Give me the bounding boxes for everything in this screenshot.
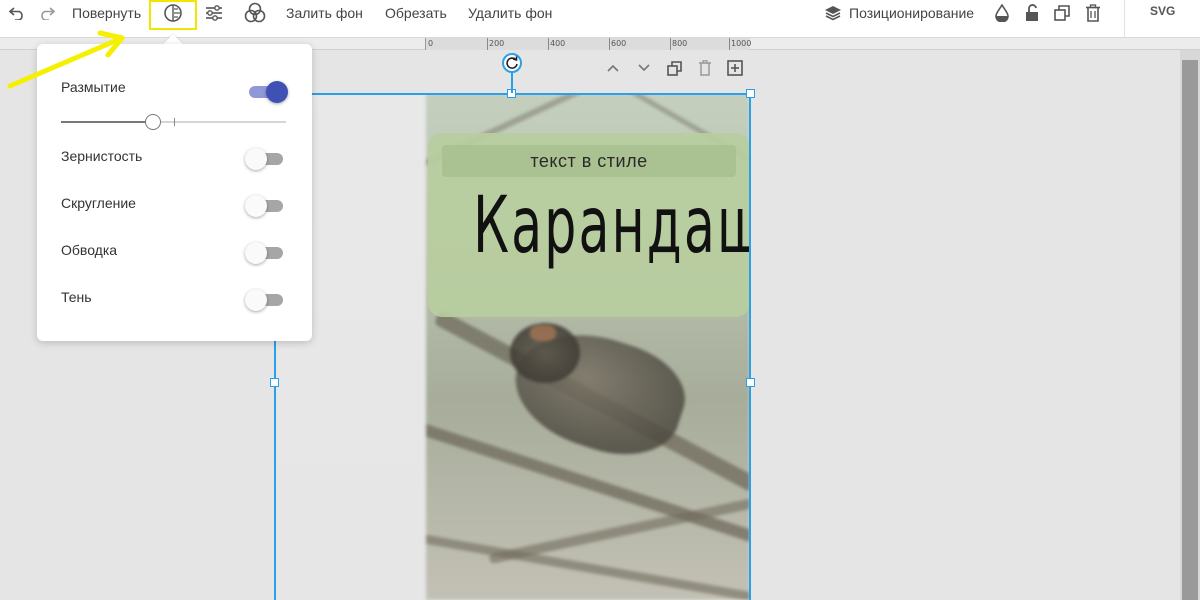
resize-handle-middle-left[interactable]	[270, 378, 279, 387]
scrollbar-thumb[interactable]	[1182, 60, 1198, 600]
ruler-label: 600	[611, 39, 627, 48]
rotate-button[interactable]: Повернуть	[72, 3, 141, 23]
blur-toggle[interactable]	[249, 81, 288, 103]
ruler-label: 1000	[731, 39, 752, 48]
sliders-icon[interactable]	[203, 0, 225, 26]
resize-handle-middle-right[interactable]	[746, 378, 755, 387]
toggle-knob	[245, 289, 267, 311]
resize-handle-top-right[interactable]	[746, 89, 755, 98]
slider-mark	[174, 118, 175, 126]
shadow-label: Тень	[61, 289, 92, 305]
ruler-tick	[548, 38, 549, 50]
crop-button[interactable]: Обрезать	[385, 3, 447, 23]
layers-icon[interactable]	[823, 0, 843, 26]
duplicate-object-icon[interactable]	[665, 58, 683, 78]
annotation-arrow-icon	[7, 30, 125, 89]
redo-icon[interactable]	[36, 0, 58, 26]
stroke-label: Обводка	[61, 242, 118, 258]
blur-effects-icon[interactable]	[162, 0, 184, 26]
vertical-scrollbar[interactable]	[1180, 50, 1200, 600]
blend-circles-icon[interactable]	[243, 0, 267, 26]
positioning-button[interactable]: Позиционирование	[849, 3, 974, 23]
svg-export-button[interactable]: SVG	[1150, 4, 1175, 18]
slider-knob[interactable]	[145, 114, 161, 130]
ruler-tick	[609, 38, 610, 50]
trash-icon[interactable]	[1083, 0, 1103, 26]
fill-background-button[interactable]: Залить фон	[286, 3, 363, 23]
ruler-tick	[729, 38, 730, 50]
slider-fill	[61, 121, 153, 123]
blur-slider[interactable]	[61, 114, 286, 130]
shadow-toggle[interactable]	[245, 289, 283, 311]
toggle-knob	[245, 242, 267, 264]
rotate-handle-icon[interactable]	[502, 53, 522, 73]
grain-toggle[interactable]	[245, 148, 283, 170]
toggle-knob	[245, 148, 267, 170]
toggle-knob	[266, 81, 288, 103]
stroke-toggle[interactable]	[245, 242, 283, 264]
toggle-knob	[245, 195, 267, 217]
ruler-label: 200	[489, 39, 505, 48]
chevron-up-icon[interactable]	[605, 58, 621, 78]
ruler-tick	[487, 38, 488, 50]
unlock-icon[interactable]	[1022, 0, 1042, 26]
undo-icon[interactable]	[6, 0, 28, 26]
add-object-icon[interactable]	[726, 58, 744, 78]
remove-background-button[interactable]: Удалить фон	[468, 3, 552, 23]
drop-icon[interactable]	[993, 0, 1011, 26]
chevron-down-icon[interactable]	[636, 58, 652, 78]
ruler-range: 0 200 400 600 800 1000	[425, 38, 752, 50]
grain-label: Зернистость	[61, 148, 143, 164]
toolbar-divider	[1124, 0, 1125, 38]
delete-object-icon[interactable]	[696, 58, 714, 78]
rounding-label: Скругление	[61, 195, 136, 211]
ruler-label: 0	[428, 39, 434, 48]
rotate-handle-line	[511, 73, 513, 93]
ruler-label: 400	[550, 39, 566, 48]
rounding-toggle[interactable]	[245, 195, 283, 217]
top-toolbar: Повернуть Залить фон Обрезать Удалить фо…	[0, 0, 1200, 38]
ruler-tick	[670, 38, 671, 50]
ruler-label: 800	[672, 39, 688, 48]
selection-frame	[274, 93, 751, 600]
duplicate-icon[interactable]	[1052, 0, 1072, 26]
